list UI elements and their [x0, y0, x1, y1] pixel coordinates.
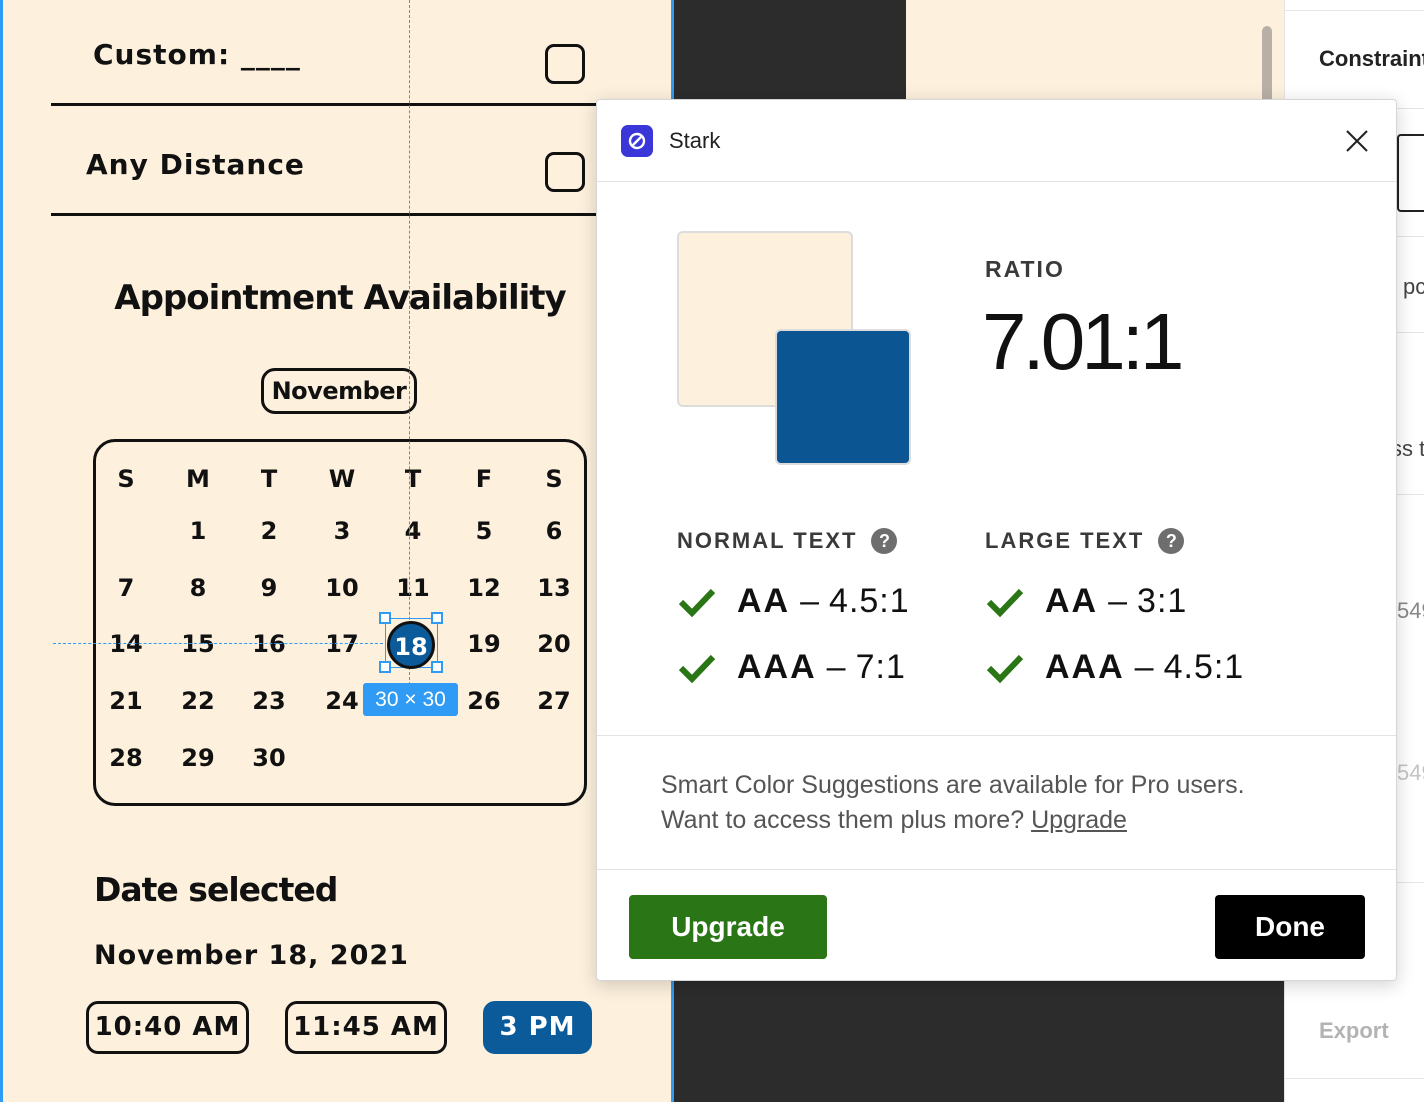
weekday-header: S — [117, 465, 135, 493]
any-distance-checkbox[interactable] — [545, 152, 585, 192]
done-button[interactable]: Done — [1215, 895, 1365, 959]
appointment-title: Appointment Availability — [114, 278, 566, 318]
panel-text-fragment: 549 — [1397, 760, 1424, 785]
calendar-day[interactable]: 11 — [383, 568, 443, 608]
dialog-title: Stark — [669, 128, 721, 153]
weekday-header: T — [260, 465, 278, 493]
custom-distance-checkbox[interactable] — [545, 44, 585, 84]
calendar-day[interactable]: 29 — [168, 738, 228, 778]
design-frame[interactable]: Custom: ____ Any Distance Appointment Av… — [0, 0, 674, 1102]
dimension-badge: 30 × 30 — [363, 683, 458, 716]
scrollbar-thumb[interactable] — [1262, 26, 1272, 106]
promo-line: Want to access them plus more? Upgrade — [661, 806, 1127, 834]
calendar-day[interactable]: 12 — [454, 568, 514, 608]
calendar-day[interactable]: 26 — [454, 681, 514, 721]
constraints-title: Constraints — [1319, 46, 1424, 71]
calendar-day[interactable]: 3 — [312, 511, 372, 551]
contrast-ratio-value: 7.01:1 — [982, 297, 1184, 386]
weekday-header: T — [404, 465, 422, 493]
calendar-day[interactable]: 28 — [96, 738, 156, 778]
help-icon[interactable]: ? — [1158, 528, 1185, 554]
calendar-day[interactable]: 9 — [239, 568, 299, 608]
calendar-day[interactable]: 21 — [96, 681, 156, 721]
calendar-day[interactable]: 4 — [383, 511, 443, 551]
large-aa-result: AA – 3:1 — [985, 576, 1187, 626]
adjacent-frame[interactable] — [906, 0, 1284, 110]
calendar-day[interactable]: 10 — [312, 568, 372, 608]
calendar-day[interactable]: 20 — [524, 624, 584, 664]
horizontal-guide — [53, 643, 383, 644]
custom-distance-label: Custom: ____ — [93, 38, 301, 71]
weekday-header: W — [328, 465, 356, 493]
weekday-header: F — [475, 465, 493, 493]
check-icon — [986, 588, 1024, 618]
check-icon — [678, 654, 716, 684]
large-text-heading: LARGE TEXT ? — [985, 528, 1185, 554]
calendar-day[interactable]: 22 — [168, 681, 228, 721]
calendar-day[interactable]: 17 — [312, 624, 372, 664]
check-icon — [678, 588, 716, 618]
date-selected-value: November 18, 2021 — [94, 940, 409, 971]
ratio-label: RATIO — [985, 256, 1065, 282]
constraints-widget[interactable] — [1397, 134, 1424, 212]
calendar-day[interactable]: 27 — [524, 681, 584, 721]
normal-aaa-result: AAA – 7:1 — [677, 642, 906, 692]
any-distance-label: Any Distance — [86, 148, 305, 181]
calendar-day[interactable]: 5 — [454, 511, 514, 551]
calendar-day[interactable]: 14 — [96, 624, 156, 664]
export-section-label[interactable]: Export — [1319, 1018, 1389, 1044]
panel-divider — [1285, 1078, 1424, 1079]
stark-logo-icon — [621, 125, 653, 157]
stark-dialog: Stark RATIO 7.01:1 NORMAL TEXT ? LARGE T… — [596, 99, 1397, 981]
calendar-day[interactable]: 1 — [168, 511, 228, 551]
selected-day[interactable]: 18 — [387, 621, 435, 669]
help-icon[interactable]: ? — [871, 528, 898, 554]
calendar-day[interactable]: 13 — [524, 568, 584, 608]
check-icon — [986, 654, 1024, 684]
panel-text-fragment: 549 — [1397, 598, 1424, 623]
calendar-day[interactable]: 6 — [524, 511, 584, 551]
upgrade-button[interactable]: Upgrade — [629, 895, 827, 959]
calendar-day[interactable]: 30 — [239, 738, 299, 778]
resize-handle-top-left[interactable] — [379, 612, 391, 624]
resize-handle-top-right[interactable] — [431, 612, 443, 624]
time-slot[interactable]: 11:45 AM — [285, 1001, 447, 1054]
weekday-header: M — [186, 465, 210, 493]
pro-promo-text: Smart Color Suggestions are available fo… — [661, 768, 1245, 838]
time-slot[interactable]: 10:40 AM — [86, 1001, 249, 1054]
calendar-day[interactable]: 19 — [454, 624, 514, 664]
large-text-label: LARGE TEXT — [985, 528, 1145, 553]
resize-handle-bottom-right[interactable] — [431, 661, 443, 673]
foreground-color-swatch[interactable] — [775, 329, 911, 465]
divider-line — [51, 213, 611, 216]
date-selected-heading: Date selected — [94, 870, 338, 909]
normal-text-label: NORMAL TEXT — [677, 528, 858, 553]
dialog-divider — [597, 735, 1396, 736]
divider-line — [51, 103, 611, 106]
vertical-guide — [409, 0, 410, 690]
calendar-day[interactable]: 15 — [168, 624, 228, 664]
calendar-day[interactable]: 23 — [239, 681, 299, 721]
month-selector[interactable]: November — [261, 368, 417, 414]
panel-divider — [1285, 10, 1424, 11]
panel-text-fragment: pc — [1403, 274, 1424, 299]
promo-line: Smart Color Suggestions are available fo… — [661, 771, 1245, 799]
large-aaa-result: AAA – 4.5:1 — [985, 642, 1244, 692]
time-slot-selected[interactable]: 3 PM — [483, 1001, 592, 1054]
calendar-day[interactable]: 7 — [96, 568, 156, 608]
weekday-header: S — [545, 465, 563, 493]
calendar-day[interactable]: 16 — [239, 624, 299, 664]
calendar-day[interactable]: 8 — [168, 568, 228, 608]
normal-aa-result: AA – 4.5:1 — [677, 576, 910, 626]
canvas-background — [906, 980, 1284, 1102]
dialog-divider — [597, 869, 1396, 870]
dialog-header: Stark — [597, 100, 1396, 182]
resize-handle-bottom-left[interactable] — [379, 661, 391, 673]
upgrade-link[interactable]: Upgrade — [1031, 806, 1127, 834]
normal-text-heading: NORMAL TEXT ? — [677, 528, 898, 554]
close-icon[interactable] — [1342, 126, 1372, 156]
calendar-day[interactable]: 2 — [239, 511, 299, 551]
